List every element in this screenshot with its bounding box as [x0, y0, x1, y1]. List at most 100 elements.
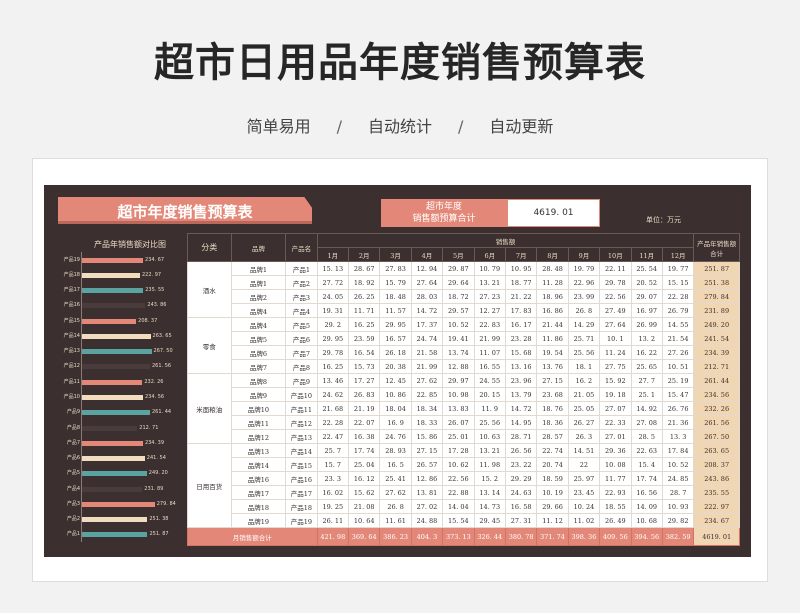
sales-cell[interactable]: 12. 45	[379, 373, 412, 388]
sales-cell[interactable]: 21. 05	[567, 387, 601, 402]
sales-cell[interactable]: 10. 62	[442, 457, 475, 472]
sales-cell[interactable]: 16. 22	[630, 345, 663, 360]
sales-cell[interactable]: 14. 55	[661, 317, 695, 332]
sales-cell[interactable]: 16. 25	[316, 359, 350, 374]
sales-cell[interactable]: 12. 88	[442, 359, 475, 374]
sales-cell[interactable]: 20. 38	[379, 359, 412, 374]
product-cell[interactable]: 产品4	[285, 303, 318, 318]
sales-cell[interactable]: 24. 62	[316, 387, 350, 402]
sales-cell[interactable]: 22. 07	[347, 415, 381, 430]
sales-cell[interactable]: 18. 72	[442, 289, 475, 304]
sales-cell[interactable]: 14. 29	[567, 317, 601, 332]
sales-cell[interactable]: 29. 97	[442, 373, 475, 388]
brand-cell[interactable]: 品牌16	[230, 471, 287, 486]
sales-cell[interactable]: 12. 27	[473, 303, 506, 318]
sales-cell[interactable]: 26. 8	[379, 499, 412, 514]
sales-cell[interactable]: 28. 5	[630, 429, 663, 444]
sales-cell[interactable]: 29. 2	[316, 317, 350, 332]
sales-cell[interactable]: 19. 18	[599, 387, 632, 402]
sales-cell[interactable]: 29. 82	[661, 513, 695, 528]
sales-cell[interactable]: 16. 9	[379, 415, 412, 430]
sales-cell[interactable]: 27. 01	[599, 429, 632, 444]
sales-cell[interactable]: 28. 48	[536, 261, 569, 276]
monthly-total-cell[interactable]: 386. 23	[379, 527, 412, 546]
sales-cell[interactable]: 15. 15	[661, 275, 695, 290]
sales-cell[interactable]: 18. 1	[567, 359, 601, 374]
sales-cell[interactable]: 11. 98	[473, 457, 506, 472]
product-cell[interactable]: 产品16	[285, 471, 318, 486]
sales-cell[interactable]: 21. 19	[347, 401, 381, 416]
sales-cell[interactable]: 11. 07	[473, 345, 506, 360]
product-cell[interactable]: 产品18	[285, 499, 318, 514]
sales-cell[interactable]: 25. 56	[473, 415, 506, 430]
brand-cell[interactable]: 品牌10	[230, 401, 287, 416]
sales-cell[interactable]: 15. 2	[473, 471, 506, 486]
sales-cell[interactable]: 26. 56	[504, 443, 538, 458]
sales-cell[interactable]: 13. 21	[473, 275, 506, 290]
sales-cell[interactable]: 10. 68	[630, 513, 663, 528]
sales-cell[interactable]: 11. 28	[536, 275, 569, 290]
category-cell[interactable]: 零食	[187, 317, 232, 374]
sales-cell[interactable]: 16. 2	[567, 373, 601, 388]
sales-cell[interactable]: 22. 83	[473, 317, 506, 332]
sales-cell[interactable]: 15. 86	[410, 429, 444, 444]
sales-cell[interactable]: 21. 99	[473, 331, 506, 346]
row-total-cell[interactable]: 212. 71	[693, 359, 740, 374]
sales-cell[interactable]: 24. 55	[473, 373, 506, 388]
sales-cell[interactable]: 26. 83	[347, 387, 381, 402]
row-total-cell[interactable]: 261. 44	[693, 373, 740, 388]
brand-cell[interactable]: 品牌17	[230, 485, 287, 500]
sales-cell[interactable]: 15. 47	[661, 387, 695, 402]
brand-cell[interactable]: 品牌9	[230, 387, 287, 402]
sales-cell[interactable]: 24. 88	[410, 513, 444, 528]
category-cell[interactable]: 酒水	[187, 261, 232, 318]
monthly-total-cell[interactable]: 326. 44	[473, 527, 506, 546]
sales-cell[interactable]: 13. 3	[661, 429, 695, 444]
sales-cell[interactable]: 19. 77	[661, 261, 695, 276]
sales-cell[interactable]: 15. 92	[599, 373, 632, 388]
brand-cell[interactable]: 品牌18	[230, 499, 287, 514]
sales-cell[interactable]: 28. 03	[410, 289, 444, 304]
sales-cell[interactable]: 10. 63	[473, 429, 506, 444]
sales-cell[interactable]: 25. 01	[442, 429, 475, 444]
sales-cell[interactable]: 15. 13	[316, 261, 350, 276]
sales-cell[interactable]: 28. 57	[536, 429, 569, 444]
sales-cell[interactable]: 20. 15	[473, 387, 506, 402]
product-cell[interactable]: 产品13	[285, 429, 318, 444]
sales-cell[interactable]: 10. 52	[442, 317, 475, 332]
sales-cell[interactable]: 25. 56	[567, 345, 601, 360]
sales-cell[interactable]: 27. 72	[316, 275, 350, 290]
row-total-cell[interactable]: 243. 86	[693, 471, 740, 486]
monthly-total-cell[interactable]: 398. 36	[567, 527, 601, 546]
brand-cell[interactable]: 品牌14	[230, 457, 287, 472]
sales-cell[interactable]: 19. 25	[316, 499, 350, 514]
budget-total-value[interactable]: 4619. 01	[507, 199, 600, 227]
sales-cell[interactable]: 25. 54	[630, 261, 663, 276]
sales-cell[interactable]: 27. 07	[599, 401, 632, 416]
sales-cell[interactable]: 29. 64	[442, 275, 475, 290]
sales-cell[interactable]: 28. 71	[504, 429, 538, 444]
sales-cell[interactable]: 27. 75	[599, 359, 632, 374]
sales-cell[interactable]: 18. 48	[379, 289, 412, 304]
sales-cell[interactable]: 21. 54	[661, 331, 695, 346]
sales-cell[interactable]: 26. 18	[379, 345, 412, 360]
sales-cell[interactable]: 10. 1	[599, 331, 632, 346]
product-cell[interactable]: 产品5	[285, 317, 318, 332]
sales-cell[interactable]: 26. 76	[661, 401, 695, 416]
sales-cell[interactable]: 10. 79	[473, 261, 506, 276]
brand-cell[interactable]: 品牌19	[230, 513, 287, 528]
sales-cell[interactable]: 16. 97	[630, 303, 663, 318]
sales-cell[interactable]: 21. 58	[410, 345, 444, 360]
sales-cell[interactable]: 23. 22	[504, 457, 538, 472]
sales-cell[interactable]: 18. 77	[504, 275, 538, 290]
sales-cell[interactable]: 25. 04	[347, 457, 381, 472]
sales-cell[interactable]: 22. 56	[599, 289, 632, 304]
brand-cell[interactable]: 品牌7	[230, 359, 287, 374]
sales-cell[interactable]: 23. 68	[536, 387, 569, 402]
monthly-total-cell[interactable]: 369. 64	[347, 527, 381, 546]
sales-cell[interactable]: 22. 56	[442, 471, 475, 486]
sales-cell[interactable]: 16. 54	[347, 345, 381, 360]
sales-cell[interactable]: 26. 79	[661, 303, 695, 318]
sales-cell[interactable]: 13. 14	[473, 485, 506, 500]
sales-cell[interactable]: 16. 56	[630, 485, 663, 500]
